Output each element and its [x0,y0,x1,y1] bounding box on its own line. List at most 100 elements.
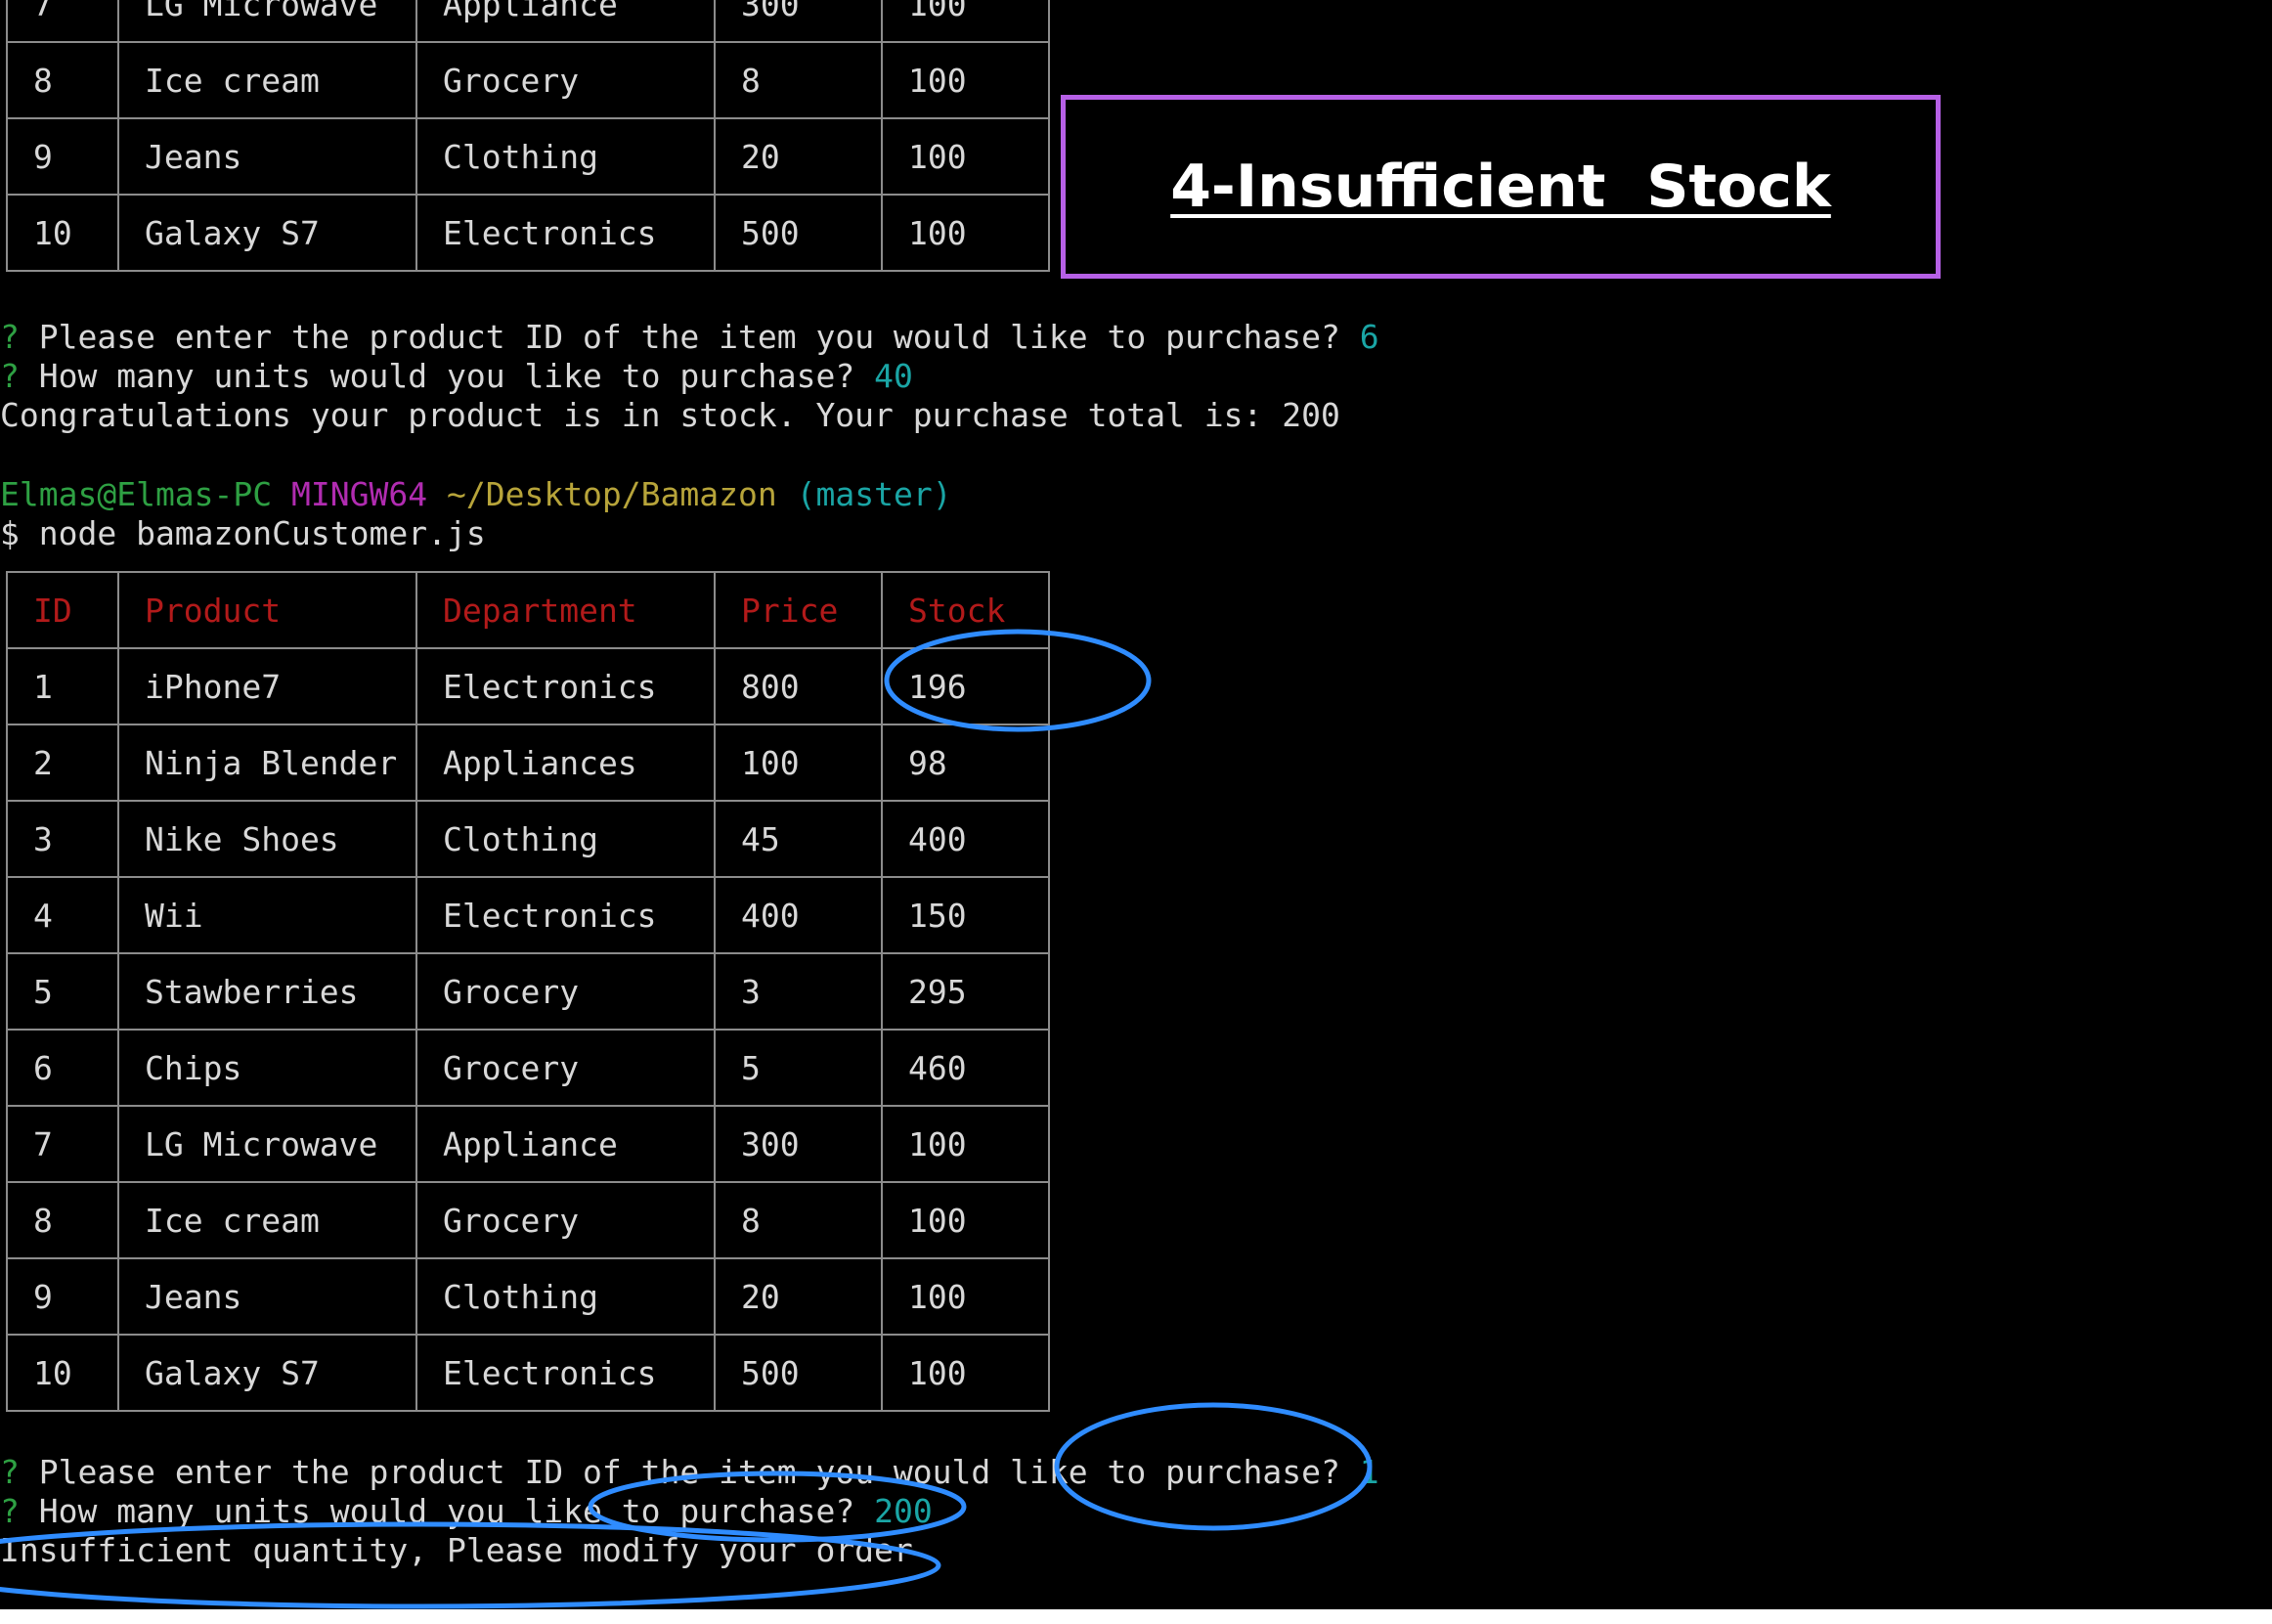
cell-price: 3 [714,952,883,1031]
cell-stock: 460 [881,1029,1050,1107]
cell-price: 400 [714,876,883,954]
cell-stock: 100 [881,194,1050,272]
top-product-table: 7 LG Microwave Appliance 300 100 8 Ice cream Gr… [6,0,1050,272]
cell-product: Ice cream [117,1181,417,1259]
cell-stock: 196 [881,647,1050,725]
cell-stock: 295 [881,952,1050,1031]
table-row: 1 iPhone7 Electronics 800 196 [6,647,1050,725]
cell-product: Ninja Blender [117,724,417,802]
cell-department: Electronics [415,194,716,272]
shell-prompt-line: Elmas@Elmas-PC MINGW64 ~/Desktop/Bamazon… [0,475,952,514]
table-row: 9 Jeans Clothing 20 100 [6,1257,1050,1336]
cell-price: 20 [714,1257,883,1336]
cell-id: 10 [6,1334,119,1412]
cell-product: Galaxy S7 [117,1334,417,1412]
prompt-marker: ? [0,1453,20,1491]
cell-price: 8 [714,41,883,119]
cell-department: Appliance [415,1105,716,1183]
prompt-answer: 40 [874,357,913,395]
first-result-message: Congratulations your product is in stock… [0,396,1340,434]
table-row: 9 Jeans Clothing 20 100 [6,117,1050,196]
shell-command: $ node bamazonCustomer.js [0,514,486,552]
cell-id: 3 [6,800,119,878]
cell-price: 500 [714,1334,883,1412]
prompt-question: How many units would you like to purchas… [38,1492,855,1530]
shell-branch: (master) [796,475,952,513]
prompt-marker: ? [0,318,20,356]
cell-department: Clothing [415,1257,716,1336]
table-row: 2 Ninja Blender Appliances 100 98 [6,724,1050,802]
cell-id: 9 [6,117,119,196]
cell-stock: 100 [881,0,1050,43]
cell-department: Clothing [415,117,716,196]
terminal-window: 7 LG Microwave Appliance 300 100 8 Ice cream Gr… [0,0,2272,1609]
prompt-marker: ? [0,1492,20,1530]
prompt-question: Please enter the product ID of the item … [38,318,1340,356]
cell-price: 800 [714,647,883,725]
cell-department: Appliances [415,724,716,802]
table-row: 7 LG Microwave Appliance 300 100 [6,1105,1050,1183]
first-product-id-prompt: ? Please enter the product ID of the ite… [0,318,1379,357]
cell-price: 300 [714,0,883,43]
cell-stock: 98 [881,724,1050,802]
table-row: 10 Galaxy S7 Electronics 500 100 [6,194,1050,272]
table-row: 8 Ice cream Grocery 8 100 [6,41,1050,119]
insufficient-quantity-message: Insufficient quantity, Please modify you… [0,1531,913,1569]
table-row: 7 LG Microwave Appliance 300 100 [6,0,1050,43]
cell-department: Clothing [415,800,716,878]
cell-stock: 150 [881,876,1050,954]
cell-department: Grocery [415,952,716,1031]
cell-id: 10 [6,194,119,272]
cell-product: Jeans [117,1257,417,1336]
cell-price: 45 [714,800,883,878]
prompt-question: Please enter the product ID of the item … [38,1453,1340,1491]
cell-id: 5 [6,952,119,1031]
cell-stock: 400 [881,800,1050,878]
second-units-prompt: ? How many units would you like to purch… [0,1492,933,1531]
slide-title: 4-Insufficient Stock [1170,153,1831,221]
cell-id: 4 [6,876,119,954]
shell-env: MINGW64 [291,475,428,513]
cell-price: 20 [714,117,883,196]
cell-price: 100 [714,724,883,802]
cell-stock: 100 [881,1257,1050,1336]
main-product-table: ID Product Department Price Stock 1 iPhone7 Ele… [6,571,1050,1412]
table-row: 4 Wii Electronics 400 150 [6,876,1050,954]
cell-id: 7 [6,1105,119,1183]
cell-product: LG Microwave [117,0,417,43]
column-header-stock: Stock [881,571,1050,649]
prompt-answer: 200 [874,1492,933,1530]
cell-price: 500 [714,194,883,272]
cell-id: 9 [6,1257,119,1336]
cell-price: 300 [714,1105,883,1183]
cell-product: LG Microwave [117,1105,417,1183]
prompt-answer: 1 [1359,1453,1379,1491]
cell-stock: 100 [881,1105,1050,1183]
cell-department: Appliance [415,0,716,43]
table-row: 10 Galaxy S7 Electronics 500 100 [6,1334,1050,1412]
table-row: 5 Stawberries Grocery 3 295 [6,952,1050,1031]
cell-product: Wii [117,876,417,954]
cell-department: Grocery [415,1029,716,1107]
cell-id: 7 [6,0,119,43]
cell-product: Stawberries [117,952,417,1031]
column-header-department: Department [415,571,716,649]
cell-id: 1 [6,647,119,725]
cell-department: Grocery [415,41,716,119]
cell-id: 8 [6,1181,119,1259]
cell-department: Electronics [415,876,716,954]
cell-stock: 100 [881,1334,1050,1412]
cell-id: 2 [6,724,119,802]
cell-department: Electronics [415,647,716,725]
prompt-question: How many units would you like to purchas… [38,357,855,395]
prompt-marker: ? [0,357,20,395]
cell-id: 6 [6,1029,119,1107]
cell-product: Jeans [117,117,417,196]
cell-product: Chips [117,1029,417,1107]
cell-department: Grocery [415,1181,716,1259]
second-product-id-prompt: ? Please enter the product ID of the ite… [0,1453,1379,1492]
cell-product: Nike Shoes [117,800,417,878]
column-header-id: ID [6,571,119,649]
column-header-product: Product [117,571,417,649]
cell-stock: 100 [881,117,1050,196]
